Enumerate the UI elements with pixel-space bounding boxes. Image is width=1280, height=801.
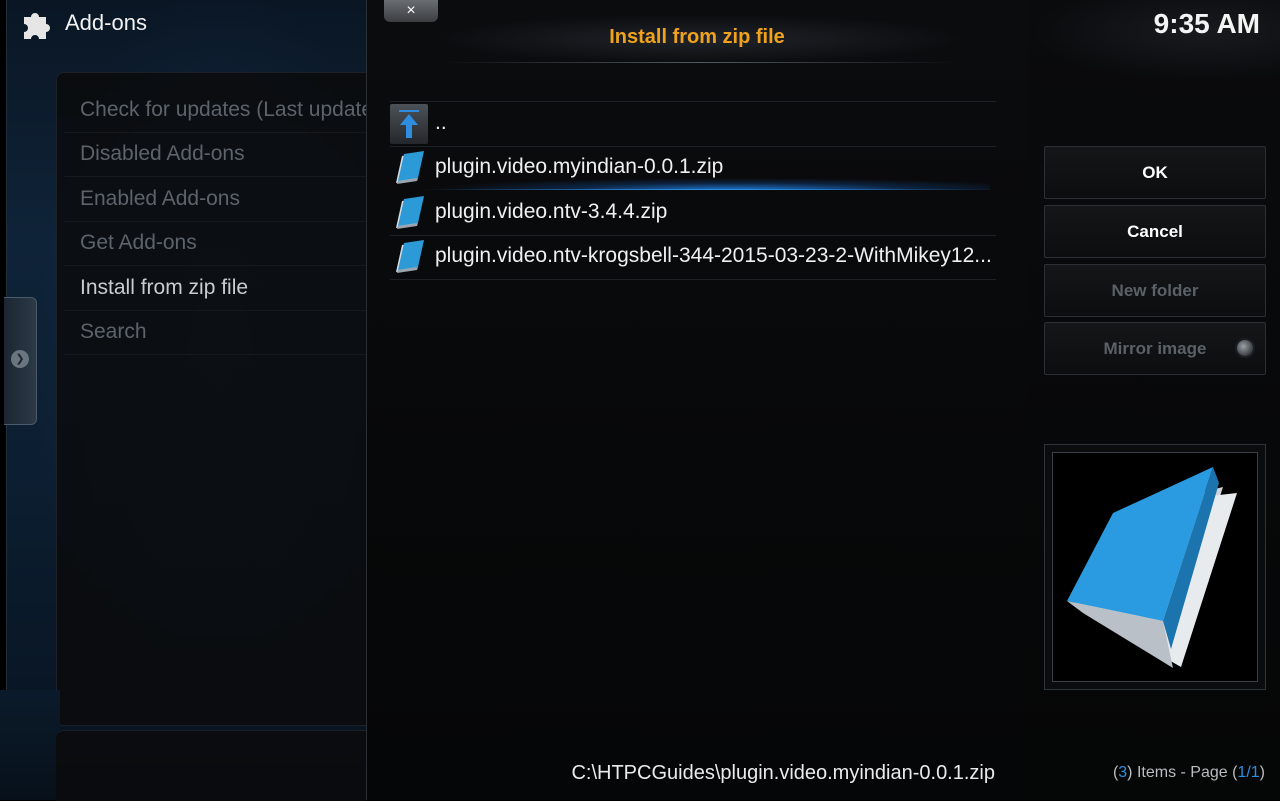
- zip-file-icon: [396, 240, 424, 273]
- ok-button[interactable]: OK: [1044, 146, 1266, 199]
- item-count-footer: (3) Items - Page (1/1): [1112, 764, 1265, 781]
- cancel-button[interactable]: Cancel: [1044, 205, 1266, 258]
- puzzle-piece-icon: [24, 13, 50, 39]
- radio-indicator-icon: [1237, 340, 1253, 356]
- zip-file-icon: [396, 196, 424, 229]
- menu-item-search[interactable]: Search: [80, 310, 370, 354]
- bottom-bar: [0, 690, 60, 800]
- clock: 9:35 AM: [1153, 8, 1260, 39]
- divider: [390, 279, 996, 280]
- menu-item-check-updates[interactable]: Check for updates (Last updated: [80, 88, 370, 132]
- list-item-file[interactable]: plugin.video.ntv-krogsbell-344-2015-03-2…: [390, 235, 996, 279]
- bottom-panel: [56, 730, 366, 801]
- menu-item-get-addons[interactable]: Get Add-ons: [80, 221, 370, 265]
- mirror-image-toggle[interactable]: Mirror image: [1044, 322, 1266, 375]
- list-item-file[interactable]: plugin.video.myindian-0.0.1.zip: [390, 146, 996, 190]
- page-indicator: 1/1: [1237, 764, 1260, 781]
- file-label: plugin.video.myindian-0.0.1.zip: [435, 155, 724, 178]
- menu-item-disabled-addons[interactable]: Disabled Add-ons: [80, 132, 370, 176]
- zip-file-large-icon: [1067, 467, 1237, 668]
- close-button[interactable]: ×: [384, 0, 438, 22]
- file-label: ..: [435, 111, 447, 134]
- zip-file-icon: [396, 151, 424, 184]
- file-label: plugin.video.ntv-3.4.4.zip: [435, 200, 668, 223]
- file-thumbnail: [1052, 452, 1258, 682]
- title-divider: [440, 62, 960, 63]
- new-folder-button[interactable]: New folder: [1044, 264, 1266, 317]
- list-item-file[interactable]: plugin.video.ntv-3.4.4.zip: [390, 191, 996, 235]
- parent-folder-up-arrow-icon: [390, 104, 428, 144]
- file-label: plugin.video.ntv-krogsbell-344-2015-03-2…: [435, 244, 992, 267]
- menu-item-enabled-addons[interactable]: Enabled Add-ons: [80, 177, 370, 221]
- divider: [64, 354, 366, 355]
- page-title: Add-ons: [65, 10, 147, 35]
- chevron-right-icon: ❯: [11, 350, 29, 368]
- dialog-title: Install from zip file: [609, 26, 785, 48]
- item-count: 3: [1118, 764, 1128, 781]
- menu-item-install-from-zip[interactable]: Install from zip file: [80, 266, 370, 310]
- selected-path: C:\HTPCGuides\plugin.video.myindian-0.0.…: [571, 762, 995, 784]
- list-item-parent-folder[interactable]: ..: [390, 102, 996, 146]
- header-bar: Add-ons: [0, 0, 366, 50]
